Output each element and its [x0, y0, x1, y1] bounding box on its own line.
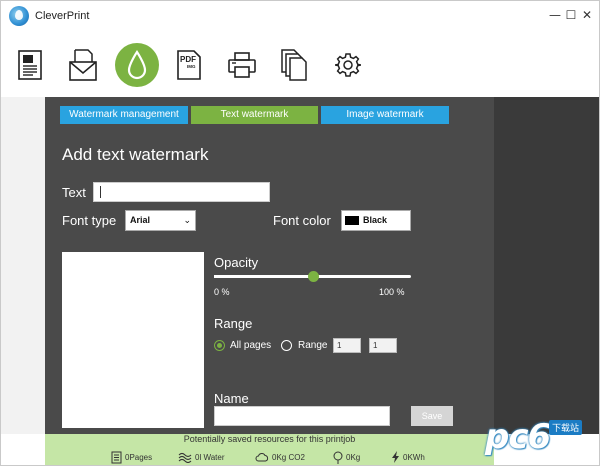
water-icon [178, 452, 192, 463]
app-logo-icon [9, 6, 29, 26]
watermark-text-input[interactable] [93, 182, 270, 202]
stat-pages-text: 0Pages [125, 452, 153, 462]
color-swatch [345, 216, 359, 225]
font-type-label: Font type [62, 213, 117, 228]
pdf-label: PDF [180, 55, 196, 64]
all-pages-label: All pages [230, 340, 272, 351]
toolbar-document-button[interactable] [10, 43, 50, 87]
stat-co2-text: 0Kg CO2 [272, 452, 305, 462]
stat-water: 0l Water [178, 450, 225, 464]
app-window: CleverPrint — ☐ ✕ PDF IMG Watermark mana… [0, 0, 600, 466]
pages-icon [111, 451, 122, 463]
opacity-label: Opacity [214, 255, 259, 270]
stat-trees: 0Kg [333, 450, 360, 464]
envelope-icon [69, 49, 97, 81]
font-type-select[interactable]: Arial ⌄ [125, 210, 196, 231]
cloud-icon [255, 453, 269, 462]
text-label: Text [62, 185, 86, 200]
title-bar: CleverPrint — ☐ ✕ [1, 1, 599, 31]
main-toolbar: PDF IMG [1, 31, 599, 97]
font-color-label: Font color [273, 213, 331, 228]
footer-title: Potentially saved resources for this pri… [183, 434, 356, 444]
stat-water-text: 0l Water [195, 452, 225, 462]
stat-trees-text: 0Kg [346, 452, 361, 462]
img-label: IMG [187, 64, 196, 69]
copies-icon [281, 49, 307, 81]
tab-watermark-management[interactable]: Watermark management [60, 106, 188, 124]
font-color-value: Black [363, 215, 388, 225]
toolbar-watermark-button[interactable] [115, 43, 159, 87]
watermark-name-input[interactable] [214, 406, 390, 426]
toolbar-email-button[interactable] [63, 43, 103, 87]
range-radio[interactable] [281, 340, 292, 351]
page-title: Add text watermark [62, 145, 209, 164]
chevron-down-icon: ⌄ [183, 215, 191, 225]
range-from-input[interactable]: 1 [333, 338, 361, 353]
right-sidebar [494, 97, 599, 434]
maximize-button[interactable]: ☐ [563, 7, 579, 23]
font-color-picker[interactable]: Black [341, 210, 411, 231]
opacity-slider-thumb[interactable] [307, 271, 319, 282]
font-type-value: Arial [130, 215, 151, 225]
savings-footer: Potentially saved resources for this pri… [45, 434, 494, 465]
tab-text-watermark[interactable]: Text watermark [191, 106, 318, 124]
range-label: Range [214, 316, 253, 331]
gear-icon [335, 53, 361, 77]
toolbar-pdf-button[interactable]: PDF IMG [169, 43, 209, 87]
stat-co2: 0Kg CO2 [255, 450, 305, 464]
tree-icon [333, 451, 343, 464]
app-title: CleverPrint [35, 10, 90, 22]
water-drop-icon [127, 50, 147, 80]
pc6-badge: 下载站 [549, 420, 583, 435]
toolbar-copies-button[interactable] [274, 43, 314, 87]
watermark-panel: Watermark management Text watermark Imag… [45, 97, 494, 434]
opacity-slider-fill [214, 275, 313, 278]
save-button[interactable]: Save [411, 406, 453, 426]
pc6-watermark-logo: pc6 下载站 [485, 411, 599, 465]
stat-pages: 0Pages [111, 450, 152, 464]
pc6-logo-text: pc6 [485, 417, 551, 457]
left-sidebar [1, 97, 45, 434]
opacity-max-label: 100 % [379, 287, 405, 297]
minimize-button[interactable]: — [547, 7, 563, 23]
text-caret [100, 186, 101, 198]
range-radio-label: Range [298, 340, 328, 351]
range-to-input[interactable]: 1 [369, 338, 397, 353]
tab-image-watermark[interactable]: Image watermark [321, 106, 449, 124]
close-button[interactable]: ✕ [579, 7, 595, 23]
printer-icon [228, 52, 256, 78]
opacity-min-label: 0 % [214, 287, 230, 297]
toolbar-print-button[interactable] [222, 43, 262, 87]
energy-icon [392, 451, 399, 463]
pdf-img-icon: PDF IMG [177, 50, 201, 80]
all-pages-radio[interactable] [214, 340, 225, 351]
stat-energy: 0KWh [391, 450, 425, 464]
toolbar-settings-button[interactable] [328, 43, 368, 87]
watermark-preview [62, 252, 204, 428]
document-icon [18, 50, 42, 80]
name-label: Name [214, 391, 249, 406]
stat-energy-text: 0KWh [403, 452, 425, 462]
opacity-slider[interactable] [214, 271, 411, 282]
